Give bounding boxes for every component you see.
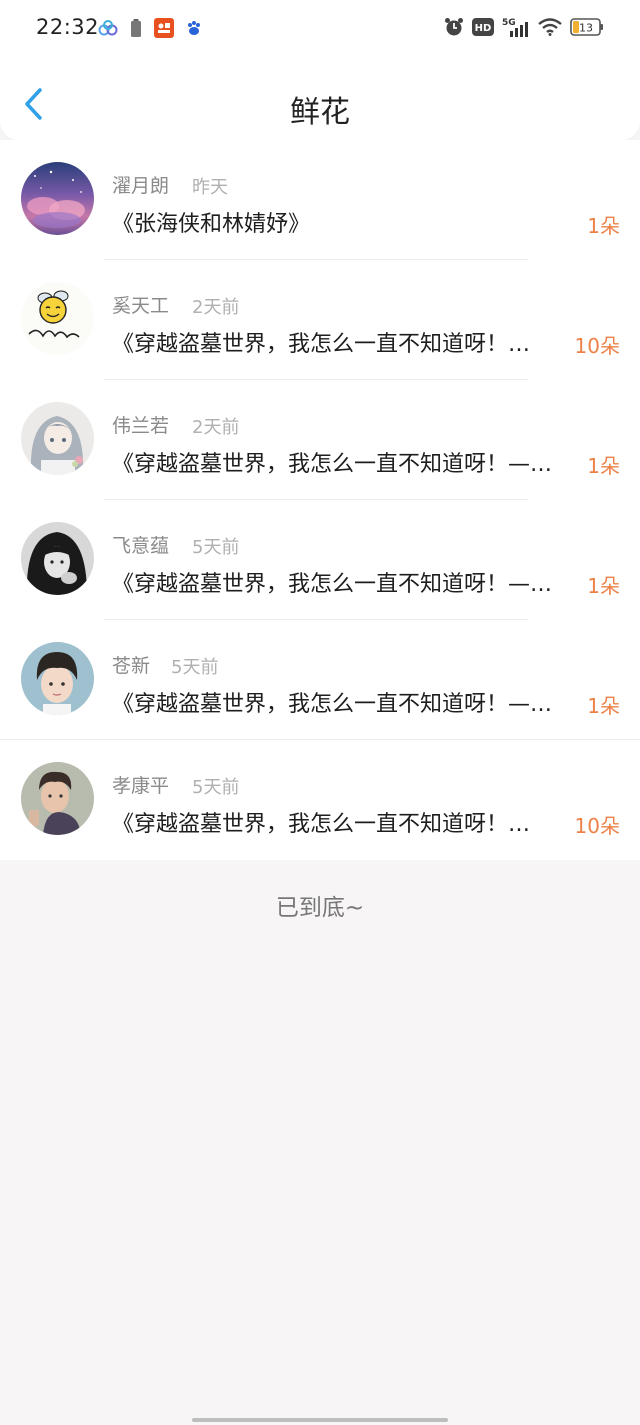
list-item[interactable]: 苍新 5天前 《穿越盗墓世界，我怎么一直不知道呀！—… 1朵 xyxy=(0,620,640,740)
man-portrait-avatar[interactable] xyxy=(21,762,94,835)
book-title: 《穿越盗墓世界，我怎么一直不知道呀！—… xyxy=(112,572,553,597)
flower-count: 10朵 xyxy=(574,334,620,358)
sender-name: 孝康平 xyxy=(112,775,170,797)
flower-count: 10朵 xyxy=(574,814,620,838)
flower-count: 1朵 xyxy=(587,574,620,598)
list-item[interactable]: 孝康平 5天前 《穿越盗墓世界，我怎么一直不知道呀！… 10朵 xyxy=(0,740,640,860)
list-item[interactable]: 濯月朗 昨天 《张海侠和林婧妤》 1朵 xyxy=(0,140,640,260)
bw-portrait-avatar[interactable] xyxy=(21,522,94,595)
page-header: 鲜花 xyxy=(0,56,640,140)
sender-name: 苍新 xyxy=(112,655,151,677)
sent-time: 昨天 xyxy=(192,177,228,198)
status-right-icons: HD 5G 13 xyxy=(444,16,604,42)
battery-saver-icon xyxy=(130,19,142,41)
status-bar: 22:32 HD 5G 13 xyxy=(0,0,640,56)
list-item[interactable]: 奚天工 2天前 《穿越盗墓世界，我怎么一直不知道呀！… 10朵 xyxy=(0,260,640,380)
wifi-icon xyxy=(538,18,562,40)
book-title: 《穿越盗墓世界，我怎么一直不知道呀！—… xyxy=(112,452,553,477)
sender-name: 伟兰若 xyxy=(112,415,170,437)
flower-count: 1朵 xyxy=(587,214,620,238)
book-title: 《张海侠和林婧妤》 xyxy=(112,212,311,237)
anime-girl-avatar[interactable] xyxy=(21,402,94,475)
sent-time: 2天前 xyxy=(192,417,240,438)
baidu-icon xyxy=(186,20,202,40)
battery-icon: 13 xyxy=(570,18,604,40)
list-item[interactable]: 伟兰若 2天前 《穿越盗墓世界，我怎么一直不知道呀！—… 1朵 xyxy=(0,380,640,500)
flower-count: 1朵 xyxy=(587,454,620,478)
book-title: 《穿越盗墓世界，我怎么一直不知道呀！—… xyxy=(112,692,553,717)
boy-portrait-avatar[interactable] xyxy=(21,642,94,715)
alarm-icon xyxy=(444,17,464,41)
flower-count: 1朵 xyxy=(587,694,620,718)
galaxy-sky-avatar[interactable] xyxy=(21,162,94,235)
book-title: 《穿越盗墓世界，我怎么一直不知道呀！… xyxy=(112,812,531,837)
cloud-app-icon xyxy=(98,20,118,40)
hd-icon: HD xyxy=(472,18,494,40)
list-item[interactable]: 飞意蕴 5天前 《穿越盗墓世界，我怎么一直不知道呀！—… 1朵 xyxy=(0,500,640,620)
svg-text:HD: HD xyxy=(475,23,492,34)
app-notification-icon xyxy=(154,18,174,42)
svg-text:5G: 5G xyxy=(502,18,516,28)
flower-record-list: 濯月朗 昨天 《张海侠和林婧妤》 1朵 奚天工 2天前 《穿越盗墓世界，我怎么一… xyxy=(0,140,640,860)
sender-name: 飞意蕴 xyxy=(112,535,170,557)
home-indicator[interactable] xyxy=(192,1418,448,1422)
page-title: 鲜花 xyxy=(290,95,350,130)
bee-logo-avatar[interactable] xyxy=(21,282,94,355)
book-title: 《穿越盗墓世界，我怎么一直不知道呀！… xyxy=(112,332,531,357)
sent-time: 5天前 xyxy=(171,657,219,678)
sent-time: 5天前 xyxy=(192,777,240,798)
sent-time: 2天前 xyxy=(192,297,240,318)
signal-icon: 5G xyxy=(502,16,530,42)
status-left-icons xyxy=(98,18,202,42)
list-end-text: 已到底~ xyxy=(275,895,365,921)
sender-name: 奚天工 xyxy=(112,295,170,317)
status-time: 22:32 xyxy=(36,15,100,39)
sent-time: 5天前 xyxy=(192,537,240,558)
sender-name: 濯月朗 xyxy=(112,175,170,197)
svg-text:13: 13 xyxy=(579,22,593,35)
